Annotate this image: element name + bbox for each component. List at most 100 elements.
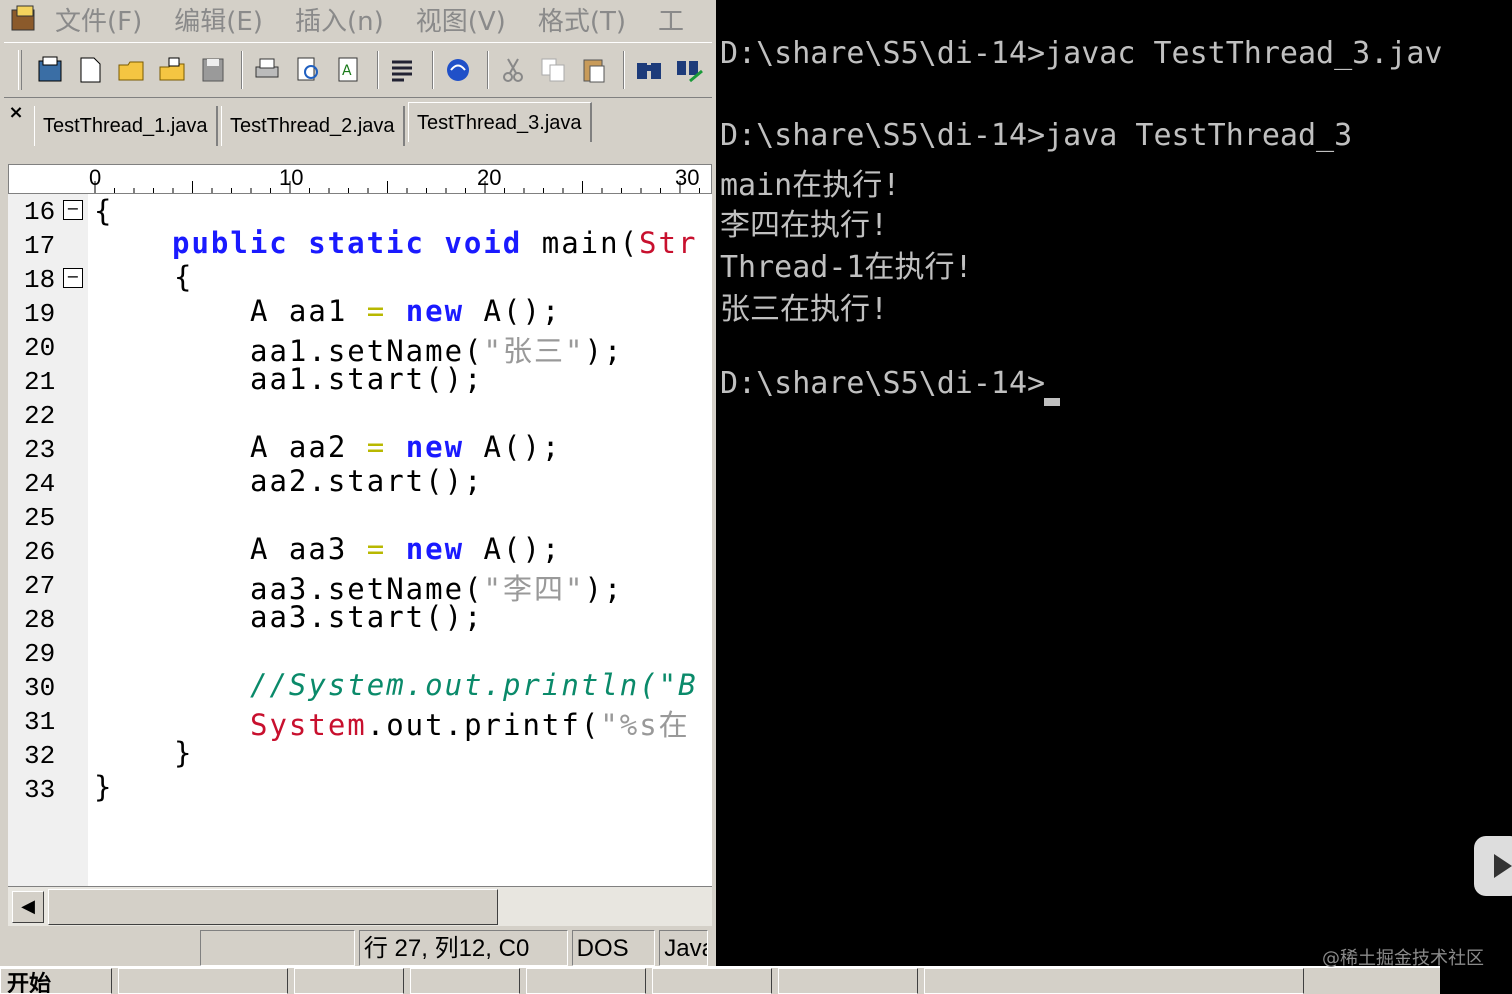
browser-icon[interactable] [440,52,476,88]
status-line-format: DOS [571,930,656,966]
code-line: aa3.start(); [250,600,484,634]
line-number: 16 [24,197,56,227]
line-number: 18 [24,265,56,295]
line-number: 20 [24,333,56,363]
cut-icon[interactable] [495,52,531,88]
start-label: 开始 [7,971,52,994]
line-number: 26 [24,537,56,567]
tab-testthread-1[interactable]: TestThread_1.java [34,106,218,146]
toolbar-separator [241,51,244,89]
code-line: //System.out.println("B [250,668,698,702]
console-line: D:\share\S5\di-14>java TestThread_3 [720,118,1353,153]
code-line: A aa3 = new A(); [250,532,562,566]
toolbar-grip[interactable] [18,50,22,90]
open-file-icon[interactable] [154,52,190,88]
menu-format[interactable]: 格式(T) [538,1,626,38]
line-number: 24 [24,469,56,499]
taskbar-item[interactable] [652,968,772,994]
fold-toggle-icon[interactable]: − [63,268,83,288]
ruler-label: 20 [477,165,502,190]
svg-text:A: A [342,63,352,79]
line-number: 21 [24,367,56,397]
status-cursor-position: 行 27, 列12, C0 [358,930,568,966]
horizontal-scrollbar[interactable]: ◀ [8,886,712,926]
taskbar-item[interactable] [778,968,918,994]
scroll-thumb[interactable] [48,889,498,925]
start-button[interactable]: 开始 [0,968,112,994]
menu-tools[interactable]: 工 [658,1,684,38]
line-number: 17 [24,231,56,261]
taskbar-item[interactable] [294,968,404,994]
tab-testthread-3[interactable]: TestThread_3.java [408,102,592,142]
print-preview-icon[interactable] [290,52,326,88]
line-number: 33 [24,775,56,805]
status-language: Java [659,930,708,966]
menu-insert[interactable]: 插入(n) [295,1,384,38]
code-line: aa2.start(); [250,464,484,498]
code-line: A aa1 = new A(); [250,294,562,328]
print-icon[interactable] [249,52,285,88]
quick-launch[interactable] [118,968,288,994]
new-file-icon[interactable] [73,52,109,88]
menu-file[interactable]: 文件(F) [55,1,142,38]
code-line: } [94,770,114,804]
line-number: 32 [24,741,56,771]
taskbar-item[interactable] [526,968,646,994]
save-icon[interactable] [195,52,231,88]
code-line: A aa2 = new A(); [250,430,562,464]
code-line: { [174,260,194,294]
console-line: main在执行! [720,168,901,203]
system-tray[interactable] [924,968,1304,994]
watermark: @稀土掘金技术社区 [1322,948,1484,969]
find-icon[interactable] [631,52,667,88]
line-number-gutter: 16 17 18 19 20 21 22 23 24 25 26 27 28 2… [8,194,88,886]
ruler-label: 0 [89,165,102,190]
menu-edit[interactable]: 编辑(E) [174,1,263,38]
toolbar: A [4,42,712,98]
code-line: public static void main(Str [172,226,698,260]
ruler-label: 30 [675,165,700,190]
text-cursor [1044,398,1060,406]
toolbar-separator [377,51,380,89]
code-line: { [94,194,114,228]
tab-testthread-2[interactable]: TestThread_2.java [221,106,405,146]
replace-icon[interactable] [671,52,707,88]
code-line: aa1.start(); [250,362,484,396]
app-icon[interactable] [8,2,41,36]
status-blank [200,930,355,966]
code-editor[interactable]: 16 17 18 19 20 21 22 23 24 25 26 27 28 2… [8,194,712,886]
line-number: 23 [24,435,56,465]
editor-window: 文件(F) 编辑(E) 插入(n) 视图(V) 格式(T) 工 A × Test… [0,0,716,994]
spellcheck-icon[interactable]: A [331,52,367,88]
menu-bar: 文件(F) 编辑(E) 插入(n) 视图(V) 格式(T) 工 [0,0,716,38]
line-number: 27 [24,571,56,601]
console-prompt: D:\share\S5\di-14> [720,366,1046,401]
toolbar-separator [486,51,489,89]
status-bar: 行 27, 列12, C0 DOS Java [4,930,712,970]
open-project-icon[interactable] [32,52,68,88]
toolbar-separator [432,51,435,89]
paste-icon[interactable] [576,52,612,88]
menu-view[interactable]: 视图(V) [416,1,506,38]
fold-toggle-icon[interactable]: − [63,200,83,220]
open-folder-icon[interactable] [113,52,149,88]
console-line: 李四在执行! [720,208,889,243]
copy-icon[interactable] [535,52,571,88]
code-line: } [174,736,194,770]
line-number: 19 [24,299,56,329]
ruler: 0 10 20 30 [8,164,712,194]
file-tabs: × TestThread_1.java TestThread_2.java Te… [4,100,712,150]
toolbar-separator [622,51,625,89]
ruler-label: 10 [279,165,304,190]
console-window[interactable]: D:\share\S5\di-14>javac TestThread_3.jav… [716,0,1512,994]
close-icon[interactable]: × [6,104,26,124]
scroll-left-icon[interactable]: ◀ [12,891,44,923]
line-number: 30 [24,673,56,703]
code-line: System.out.printf("%s在 [250,708,690,742]
word-wrap-icon[interactable] [385,52,421,88]
taskbar-item[interactable] [410,968,520,994]
play-icon[interactable] [1474,836,1512,896]
console-line: 张三在执行! [720,292,889,327]
line-number: 25 [24,503,56,533]
line-number: 31 [24,707,56,737]
